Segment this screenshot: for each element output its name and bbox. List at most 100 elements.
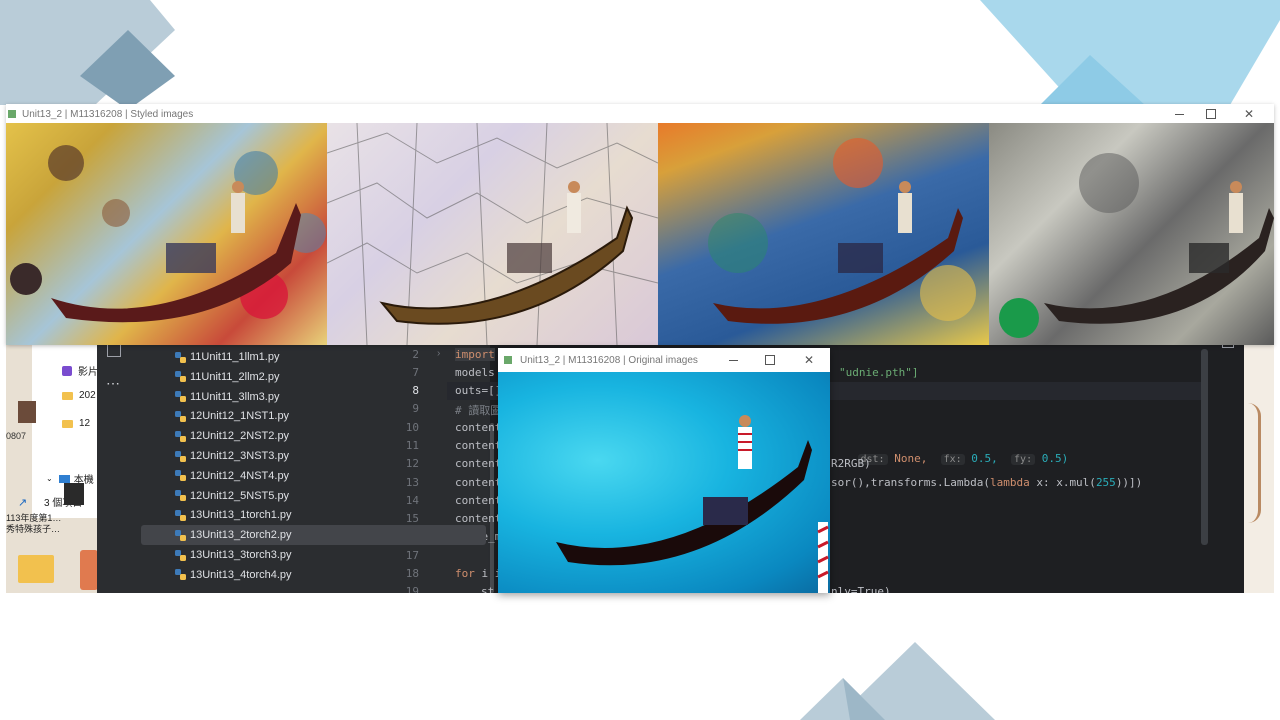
original-image [498, 372, 830, 593]
window-title: Unit13_2 | M11316208 | Original images [520, 354, 698, 366]
python-file-icon [175, 470, 186, 482]
code-line-10[interactable]: content [455, 421, 501, 434]
project-file-item[interactable]: 12Unit12_4NST4.py [175, 466, 289, 486]
close-icon: ✕ [1243, 107, 1255, 121]
explorer-item-videos[interactable]: 影片 [62, 363, 98, 378]
code-line-19[interactable]: st [455, 585, 494, 593]
code-token: content [455, 476, 502, 489]
maximize-icon [1206, 109, 1216, 119]
project-file-item[interactable]: 12Unit12_2NST2.py [175, 426, 289, 446]
gondola-illustration [327, 123, 658, 345]
line-number: 7 [412, 366, 419, 379]
code-line-9[interactable]: # 讀取圖 [455, 402, 501, 418]
shortcut-arrow-icon: ↗ [18, 497, 28, 509]
code-token: content [455, 421, 502, 434]
code-token: "udnie.pth"] [839, 366, 919, 379]
project-file-item[interactable]: 12Unit12_3NST3.py [175, 446, 289, 466]
code-line-8[interactable]: outs=[] [455, 384, 501, 397]
desktop-folder-icon[interactable] [18, 555, 54, 583]
line-number: 18 [405, 567, 419, 580]
code-token: content [455, 494, 502, 507]
code-token: outs=[] [455, 384, 502, 397]
code-token: 0.5) [1041, 452, 1069, 465]
code-token: sor(),transforms.Lambda( [831, 476, 990, 489]
line-number: 8 [412, 384, 419, 397]
project-file-label: 13Unit13_2torch2.py [190, 529, 292, 542]
code-line-12-right[interactable]: R2RGB) [831, 457, 871, 470]
line-number: 17 [405, 549, 419, 562]
maximize-button[interactable] [755, 348, 785, 372]
code-line-13[interactable]: content [455, 476, 501, 489]
minimize-button[interactable] [718, 348, 748, 372]
project-file-item[interactable]: 13Unit13_2torch2.py [141, 525, 486, 546]
code-token: R2RGB) [831, 457, 871, 470]
desktop-icon-image[interactable] [18, 401, 36, 423]
code-line-7[interactable]: models [455, 366, 495, 379]
close-button[interactable]: ✕ [1234, 104, 1264, 124]
styled-window-titlebar[interactable]: Unit13_2 | M11316208 | Styled images [6, 104, 1274, 124]
maximize-button[interactable] [1196, 104, 1226, 124]
close-button[interactable]: ✕ [794, 348, 824, 372]
editor-scrollbar[interactable] [1201, 349, 1208, 545]
code-token: None, [894, 452, 928, 465]
minimize-icon [728, 359, 738, 361]
video-folder-icon [62, 365, 72, 376]
desktop-file-icon[interactable] [64, 483, 84, 505]
styled-image-2 [327, 123, 658, 345]
gondola-illustration [10, 145, 326, 323]
code-comment: # 讀取圖 [455, 404, 502, 417]
code-line-18[interactable]: for i i [455, 567, 501, 580]
project-file-item[interactable]: 13Unit13_3torch3.py [175, 545, 292, 565]
slide-decoration-top-right [980, 0, 1280, 105]
python-file-icon [175, 410, 186, 422]
maximize-icon [765, 355, 775, 365]
code-token: for [455, 567, 475, 580]
code-token: x: x.mul( [1029, 476, 1096, 489]
desktop-right-strip [1244, 343, 1274, 593]
code-line-15[interactable]: content [455, 512, 501, 525]
desktop-icon-number: 0807 [6, 431, 27, 441]
project-file-item[interactable]: 13Unit13_4torch4.py [175, 565, 292, 585]
line-number: 13 [405, 476, 419, 489]
code-line-13-right[interactable]: sor(),transforms.Lambda(lambda x: x.mul(… [831, 476, 1142, 489]
python-file-icon [175, 549, 186, 561]
code-line-2[interactable]: import [455, 348, 495, 361]
project-file-item[interactable]: 12Unit12_5NST5.py [175, 486, 289, 506]
desktop-icon-label[interactable]: 113年度第1… 秀特殊孩子… [6, 513, 68, 535]
code-token: content [455, 439, 502, 452]
more-tools-icon[interactable]: ⋯ [106, 375, 121, 392]
code-line-12[interactable]: content [455, 457, 501, 470]
explorer-item-label: 影片 [78, 367, 98, 378]
styled-image-3 [658, 123, 989, 345]
code-token: nly=True) [831, 585, 891, 593]
slide-decoration-top-left [0, 0, 175, 110]
code-line-19-right[interactable]: nly=True) [831, 585, 891, 593]
code-line-7-right[interactable]: "udnie.pth"] [839, 366, 918, 379]
original-images-window: Unit13_2 | M11316208 | Original images ✕ [498, 348, 830, 593]
gondola-illustration [556, 415, 829, 593]
python-file-icon [175, 490, 186, 502]
project-file-item[interactable]: 11Unit11_1llm1.py [175, 347, 279, 367]
explorer-item-folder-12[interactable]: 12 [62, 418, 90, 429]
folder-icon [62, 419, 73, 428]
structure-icon[interactable] [107, 343, 121, 357]
code-token: import [455, 348, 495, 361]
python-file-icon [175, 569, 186, 581]
project-file-item[interactable]: 11Unit11_3llm3.py [175, 387, 279, 407]
project-file-item[interactable]: 12Unit12_1NST1.py [175, 406, 289, 426]
desktop-app-icon[interactable] [80, 550, 98, 590]
code-line-14[interactable]: content [455, 494, 501, 507]
project-file-item[interactable]: 11Unit11_2llm2.py [175, 367, 279, 387]
explorer-item-folder-202[interactable]: 202 [62, 390, 96, 401]
code-token: st [481, 585, 495, 593]
line-number: 14 [405, 494, 419, 507]
fold-arrow-icon[interactable]: › [437, 348, 440, 359]
project-file-label: 12Unit12_4NST4.py [190, 469, 290, 482]
explorer-item-label: 12 [79, 418, 91, 429]
project-file-item[interactable]: 13Unit13_1torch1.py [175, 505, 292, 525]
param-hint-fx: fx: [940, 454, 965, 465]
explorer-item-label: 202 [79, 390, 96, 401]
code-line-11[interactable]: content [455, 439, 501, 452]
chevron-down-icon: ⌄ [46, 474, 53, 483]
minimize-button[interactable] [1164, 104, 1194, 124]
